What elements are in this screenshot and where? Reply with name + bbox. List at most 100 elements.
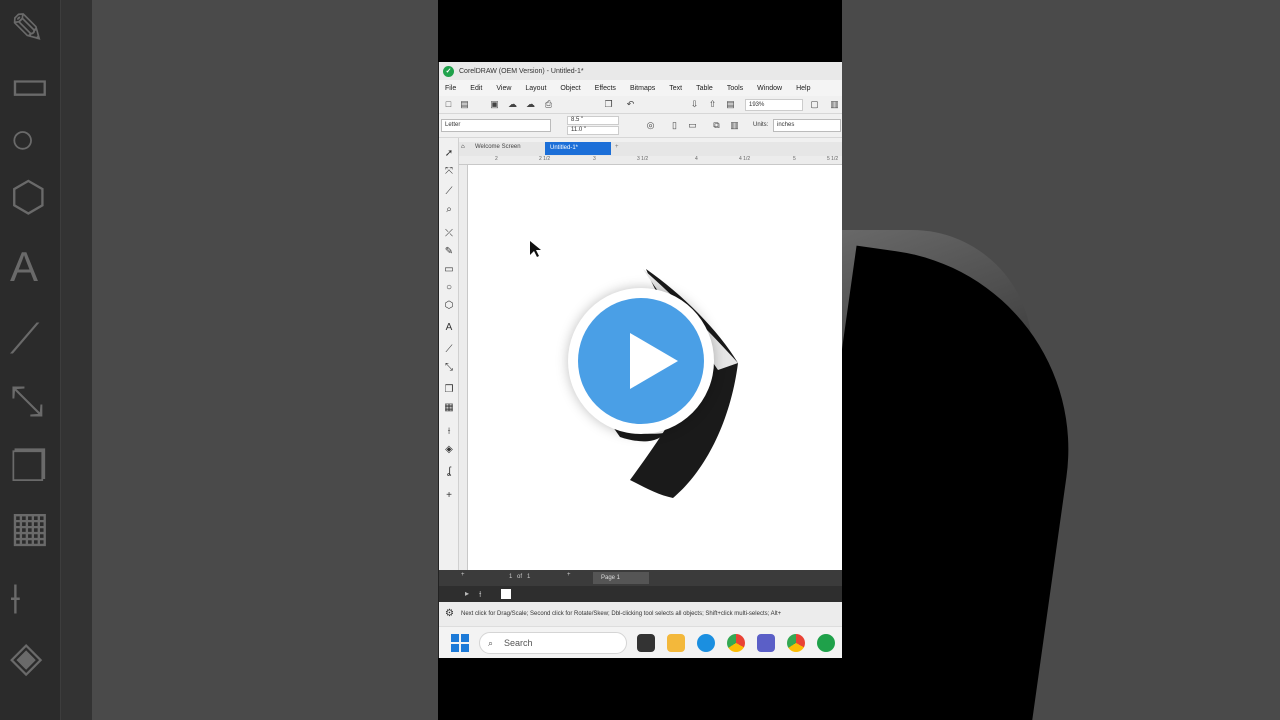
smart-fill-tool-icon[interactable]: ʆ (443, 466, 455, 478)
page-width-field[interactable]: 8.5 " (567, 116, 619, 125)
tab-page-1[interactable]: Page 1 (593, 572, 649, 584)
export-icon[interactable]: ⇧ (707, 99, 718, 110)
new-document-icon[interactable]: □ (443, 99, 454, 110)
current-page[interactable]: 1 (509, 574, 512, 580)
home-icon[interactable]: ⌂ (461, 144, 465, 150)
fill-tool-icon[interactable]: ◈ (443, 444, 455, 456)
rectangle-tool-icon[interactable]: ▭ (443, 264, 455, 276)
menu-view[interactable]: View (496, 85, 511, 92)
ruler-tick-label: 2 1/2 (539, 156, 551, 162)
status-bar: ⚙ Next click for Drag/Scale; Second clic… (439, 602, 842, 626)
transparency-tool-icon[interactable]: ▦ (443, 402, 455, 414)
ruler-tick-label: 3 1/2 (637, 156, 649, 162)
add-page-after-icon[interactable]: + (567, 572, 571, 578)
align-icon[interactable]: ▥ (729, 120, 740, 131)
pick-tool-icon[interactable]: ➚ (443, 148, 455, 160)
zoom-level-field[interactable]: 193% (745, 99, 803, 111)
document-tabs: ⌂ Welcome Screen Untitled-1* + (459, 142, 842, 156)
tab-untitled[interactable]: Untitled-1* (545, 142, 611, 155)
title-bar: ✓ CorelDRAW (OEM Version) - Untitled-1* (439, 62, 842, 80)
tab-welcome-screen[interactable]: Welcome Screen (475, 144, 521, 150)
bleed-icon[interactable]: ◎ (645, 120, 656, 131)
blurred-background-left: ✎ ▭ ○ ⬡ A ⟋ ⤡ ❐ ▦ ⟊ ◈ (0, 0, 438, 720)
menu-window[interactable]: Window (757, 85, 782, 92)
freehand-tool-icon[interactable]: ⤫ (443, 228, 455, 240)
ruler-tick-label: 4 (695, 156, 698, 162)
page-height-field[interactable]: 11.0 " (567, 126, 619, 135)
menu-layout[interactable]: Layout (525, 85, 546, 92)
menu-edit[interactable]: Edit (470, 85, 482, 92)
menu-bitmaps[interactable]: Bitmaps (630, 85, 655, 92)
property-bar: Letter 8.5 " 11.0 " ◎ ▯ ▭ ⧉ ▥ Units: inc… (439, 114, 842, 138)
page-layout-icon[interactable]: ⧉ (711, 120, 722, 131)
print-icon[interactable]: ⎙ (543, 99, 554, 110)
eyedropper-tool-icon[interactable]: ⟊ (443, 426, 455, 438)
polygon-icon: ⬡ (10, 173, 47, 220)
ellipse-tool-icon[interactable]: ○ (443, 282, 455, 294)
standard-toolbar: □ ▤ ▣ ☁ ☁ ⎙ ❐ ↶ ⇩ ⇧ ▤ 193% ▢ ▥ (439, 96, 842, 114)
page-of-label: of (517, 574, 523, 580)
cloud-upload-icon[interactable]: ☁ (507, 99, 518, 110)
drop-shadow-tool-icon[interactable]: ❐ (443, 384, 455, 396)
connector-tool-icon[interactable]: ⟋ (443, 344, 455, 356)
zoom-tool-icon[interactable]: ⌕ (443, 204, 455, 216)
menu-help[interactable]: Help (796, 85, 810, 92)
video-frame: ✎ ▭ ○ ⬡ A ⟋ ⤡ ❐ ▦ ⟊ ◈ ✓ CorelDRAW (OEM V… (0, 0, 1280, 720)
coreldraw-taskbar-icon[interactable] (817, 634, 835, 652)
window-title: CorelDRAW (OEM Version) - Untitled-1* (459, 67, 584, 75)
artistic-media-icon[interactable]: ✎ (443, 246, 455, 258)
vertical-ruler (459, 165, 468, 570)
menu-text[interactable]: Text (669, 85, 682, 92)
crop-tool-icon[interactable]: ⟋ (443, 186, 455, 198)
video-play-button[interactable] (568, 288, 714, 434)
cloud-download-icon[interactable]: ☁ (525, 99, 536, 110)
polygon-tool-icon[interactable]: ⬡ (443, 300, 455, 312)
windows-start-icon[interactable] (451, 634, 469, 652)
chrome-icon[interactable] (727, 634, 745, 652)
expand-arrow-icon[interactable]: ▸ (465, 589, 469, 598)
copy-icon[interactable]: ❐ (603, 99, 614, 110)
freehand-icon: ✎ (10, 5, 46, 52)
shape-tool-icon[interactable]: ⤧ (443, 166, 455, 178)
none-swatch[interactable] (501, 589, 511, 599)
fill-eyedropper-icon[interactable]: ⟊ (479, 589, 481, 600)
settings-gear-icon[interactable]: ⚙ (445, 602, 454, 626)
options-icon[interactable]: ▥ (829, 99, 840, 110)
open-icon[interactable]: ▤ (459, 99, 470, 110)
search-label: Search (504, 638, 533, 648)
ruler-tick-label: 5 1/2 (827, 156, 839, 162)
toolbox: ➚ ⤧ ⟋ ⌕ ⤫ ✎ ▭ ○ ⬡ A ⟋ ⤡ ❐ ▦ ⟊ ◈ ʆ + (439, 138, 459, 570)
eyedropper-icon: ⟊ (10, 575, 21, 622)
blend-tool-icon[interactable]: ⤡ (443, 362, 455, 374)
teams-icon[interactable] (757, 634, 775, 652)
menu-table[interactable]: Table (696, 85, 713, 92)
menu-file[interactable]: File (445, 85, 456, 92)
coreldraw-logo-icon: ✓ (443, 65, 454, 77)
portrait-icon[interactable]: ▯ (669, 120, 680, 131)
menu-tools[interactable]: Tools (727, 85, 743, 92)
pdf-icon[interactable]: ▤ (725, 99, 736, 110)
menu-object[interactable]: Object (560, 85, 580, 92)
edge-browser-icon[interactable] (697, 634, 715, 652)
new-tab-icon[interactable]: + (615, 144, 619, 150)
full-screen-icon[interactable]: ▢ (809, 99, 820, 110)
blurred-background-right (842, 0, 1280, 720)
add-page-icon[interactable]: + (461, 572, 465, 578)
file-explorer-icon[interactable] (667, 634, 685, 652)
units-select[interactable]: inches (773, 119, 841, 132)
page-total: 1 (527, 574, 531, 580)
landscape-icon[interactable]: ▭ (687, 120, 698, 131)
paper-size-select[interactable]: Letter (441, 119, 551, 132)
blend-icon: ⤡ (10, 377, 44, 424)
chrome-profile-icon[interactable] (787, 634, 805, 652)
import-icon[interactable]: ⇩ (689, 99, 700, 110)
mouse-cursor-icon (530, 241, 541, 257)
save-icon[interactable]: ▣ (489, 99, 500, 110)
text-tool-icon[interactable]: A (443, 322, 455, 334)
task-view-icon[interactable] (637, 634, 655, 652)
add-tool-icon[interactable]: + (443, 490, 455, 502)
taskbar-search[interactable]: ⌕ Search (479, 632, 627, 654)
drop-shadow-icon: ❐ (10, 443, 48, 490)
menu-effects[interactable]: Effects (595, 85, 616, 92)
undo-icon[interactable]: ↶ (625, 99, 636, 110)
